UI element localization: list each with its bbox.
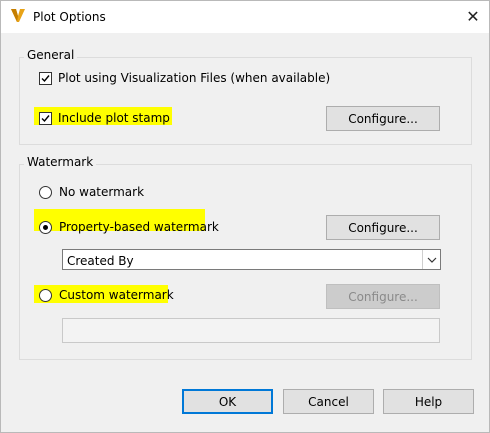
chevron-down-icon[interactable]: [422, 250, 440, 269]
property-based-radio-row[interactable]: Property-based watermark: [39, 220, 219, 234]
custom-watermark-radio[interactable]: [39, 288, 52, 302]
watermark-configure-button[interactable]: Configure...: [326, 215, 440, 240]
include-stamp-label: Include plot stamp: [58, 111, 170, 125]
help-button[interactable]: Help: [383, 389, 474, 414]
dialog-title: Plot Options: [33, 10, 106, 24]
watermark-legend: Watermark: [24, 155, 97, 169]
custom-watermark-label: Custom watermark: [59, 288, 174, 302]
ok-button[interactable]: OK: [182, 389, 273, 414]
stamp-configure-button[interactable]: Configure...: [326, 106, 440, 131]
close-icon[interactable]: ✕: [461, 5, 485, 29]
custom-watermark-radio-row[interactable]: Custom watermark: [39, 288, 174, 302]
property-based-label: Property-based watermark: [59, 220, 219, 234]
custom-configure-button: Configure...: [326, 284, 440, 309]
plot-vis-files-label: Plot using Visualization Files (when ava…: [58, 71, 331, 85]
include-stamp-checkbox[interactable]: [39, 111, 52, 125]
general-legend: General: [24, 48, 78, 62]
watermark-property-select[interactable]: Created By: [62, 249, 441, 270]
custom-watermark-textbox: [62, 318, 440, 343]
autodesk-v-icon: [11, 9, 25, 22]
no-watermark-label: No watermark: [59, 185, 145, 199]
plot-vis-files-checkbox-row[interactable]: Plot using Visualization Files (when ava…: [39, 71, 330, 85]
plot-options-dialog: Plot Options ✕ General Plot using Visual…: [0, 0, 490, 433]
check-mark-icon: [41, 114, 50, 122]
check-mark-icon: [41, 74, 50, 82]
plot-vis-files-checkbox[interactable]: [39, 71, 52, 85]
include-stamp-checkbox-row[interactable]: Include plot stamp: [39, 111, 170, 125]
cancel-button[interactable]: Cancel: [283, 389, 374, 414]
radio-selected-dot: [43, 224, 48, 230]
no-watermark-radio-row[interactable]: No watermark: [39, 185, 144, 199]
no-watermark-radio[interactable]: [39, 185, 52, 199]
watermark-property-select-value: Created By: [67, 254, 134, 268]
property-based-radio[interactable]: [39, 220, 52, 234]
title-bar: Plot Options ✕: [1, 1, 489, 33]
